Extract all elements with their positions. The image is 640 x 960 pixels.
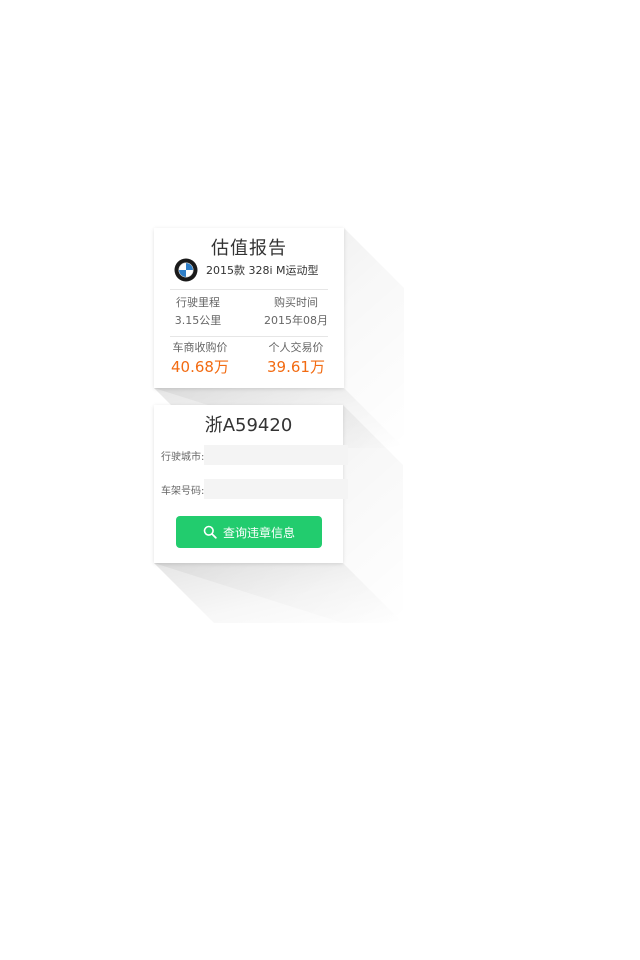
divider [170,336,328,337]
purchase-date-value: 2015年08月 [264,314,328,327]
screen: 估值报告 2015款 328i M运动型 行驶里程 3.15公里 购买时间 20… [0,0,640,960]
search-icon [203,525,217,539]
vin-input[interactable] [204,479,349,499]
purchase-date-stat: 购买时间 2015年08月 [254,295,338,329]
mileage-stat: 行驶里程 3.15公里 [156,295,240,329]
private-price-label: 个人交易价 [268,341,324,354]
valuation-card: 估值报告 2015款 328i M运动型 行驶里程 3.15公里 购买时间 20… [154,228,344,388]
violation-query-card: 浙A59420 行驶城市: 车架号码: 查询违章信息 [154,405,349,563]
divider [170,289,328,290]
city-field-label: 行驶城市: [161,451,205,463]
dealer-price-value: 40.68万 [171,358,229,376]
vin-field-label: 车架号码: [161,485,205,497]
license-plate: 浙A59420 [204,415,293,436]
valuation-title: 估值报告 [211,238,287,259]
vin-field-row: 车架号码: [161,479,349,499]
query-button-label: 查询违章信息 [222,525,295,540]
dealer-price-stat: 车商收购价 40.68万 [158,340,242,377]
mileage-value: 3.15公里 [174,314,222,327]
query-violations-button[interactable]: 查询违章信息 [176,516,322,548]
purchase-date-label: 购买时间 [274,296,318,309]
bmw-logo-icon [174,258,198,282]
private-price-value: 39.61万 [267,358,325,376]
dealer-price-label: 车商收购价 [172,341,228,354]
mileage-label: 行驶里程 [176,296,220,309]
car-model-row: 2015款 328i M运动型 [174,258,319,282]
city-field-row: 行驶城市: [161,445,349,465]
car-model-text: 2015款 328i M运动型 [206,264,319,277]
private-price-stat: 个人交易价 39.61万 [254,340,338,377]
city-input[interactable] [204,445,349,465]
